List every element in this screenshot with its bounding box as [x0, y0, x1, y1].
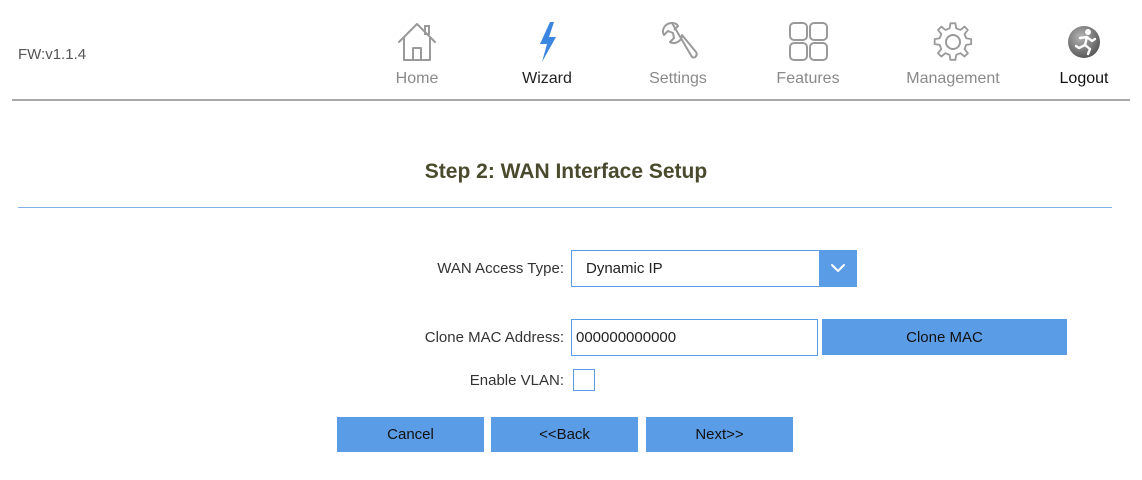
nav-logout-label: Logout — [1059, 70, 1109, 87]
cancel-button[interactable]: Cancel — [337, 417, 484, 452]
wrench-icon — [654, 18, 702, 66]
nav-home-label: Home — [395, 70, 439, 87]
logout-runner-icon — [1060, 18, 1108, 66]
clone-mac-input[interactable] — [571, 319, 818, 356]
nav-features[interactable]: Features — [760, 18, 856, 98]
clone-mac-label: Clone MAC Address: — [424, 329, 564, 346]
grid-icon — [784, 18, 832, 66]
enable-vlan-label: Enable VLAN: — [469, 372, 564, 389]
wan-access-type-label: WAN Access Type: — [437, 260, 564, 277]
nav-features-label: Features — [776, 70, 840, 87]
header-divider — [12, 99, 1130, 101]
firmware-version: FW:v1.1.4 — [18, 46, 87, 63]
page-title: Step 2: WAN Interface Setup — [424, 160, 708, 183]
clone-mac-button[interactable]: Clone MAC — [822, 319, 1067, 355]
chevron-down-icon[interactable] — [819, 251, 856, 286]
nav-management[interactable]: Management — [905, 18, 1001, 98]
router-wizard-page: FW:v1.1.4 Home Wizard Settings Features … — [0, 0, 1142, 480]
nav-wizard-label: Wizard — [522, 70, 572, 87]
gear-icon — [929, 18, 977, 66]
title-divider — [18, 207, 1112, 208]
lightning-icon — [523, 18, 571, 66]
wan-access-type-select[interactable]: Dynamic IP — [571, 250, 857, 287]
enable-vlan-checkbox[interactable] — [573, 369, 595, 391]
nav-management-label: Management — [906, 70, 1000, 87]
next-button[interactable]: Next>> — [646, 417, 793, 452]
home-icon — [393, 18, 441, 66]
back-button[interactable]: <<Back — [491, 417, 638, 452]
nav-settings[interactable]: Settings — [630, 18, 726, 98]
nav-wizard[interactable]: Wizard — [499, 18, 595, 98]
nav-logout[interactable]: Logout — [1038, 18, 1130, 98]
wan-access-type-value: Dynamic IP — [586, 260, 663, 277]
nav-home[interactable]: Home — [369, 18, 465, 98]
nav-settings-label: Settings — [649, 70, 707, 87]
